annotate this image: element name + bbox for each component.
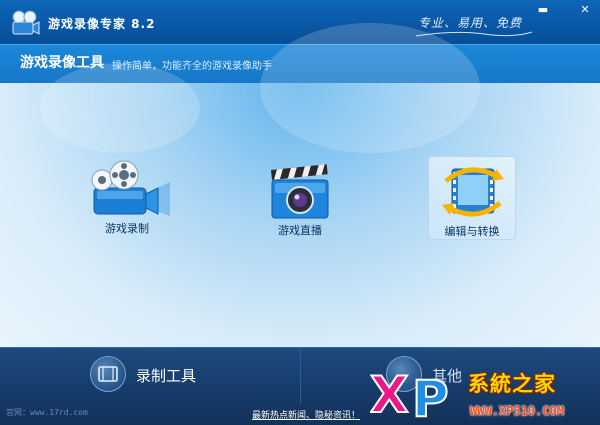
slogan: 专业、易用、免费 [418, 16, 523, 30]
minimize-button[interactable]: ▬ [535, 3, 551, 16]
app-logo-icon [12, 10, 40, 35]
record-tools-label: 录制工具 [136, 367, 197, 385]
film-edit-convert-icon [442, 167, 504, 217]
website-text: 官网：www.17rd.com [6, 408, 88, 417]
tool-edit-convert[interactable]: 编辑与转换 [428, 156, 516, 240]
tool-label-edit-convert: 编辑与转换 [444, 225, 500, 238]
tool-game-live[interactable]: 游戏直播 [260, 160, 340, 238]
app-title: 游戏录像专家 8.2 [48, 17, 156, 31]
news-link[interactable]: 最新热点新闻、隐秘资讯！ [252, 408, 360, 421]
close-button[interactable]: ✕ [577, 3, 593, 16]
svg-text:X: X [370, 366, 409, 420]
background-glare [260, 23, 480, 153]
clapperboard-camera-icon [270, 164, 329, 219]
watermark-url: WWW.XP510.COM [470, 404, 564, 418]
record-tools-circle [90, 356, 126, 392]
footer-divider [300, 348, 301, 404]
tool-game-record[interactable]: 游戏录制 [82, 158, 172, 238]
tool-label-game-record: 游戏录制 [105, 222, 149, 235]
film-icon [98, 366, 118, 382]
tool-label-game-live: 游戏直播 [278, 224, 322, 237]
record-tools-button[interactable]: 录制工具 [90, 352, 290, 402]
background-glare [40, 63, 200, 153]
xp-watermark-logo: X P [370, 366, 450, 420]
watermark-name: 系統之家 [468, 372, 556, 396]
svg-text:P: P [412, 370, 449, 420]
video-camera-icon [91, 160, 170, 216]
